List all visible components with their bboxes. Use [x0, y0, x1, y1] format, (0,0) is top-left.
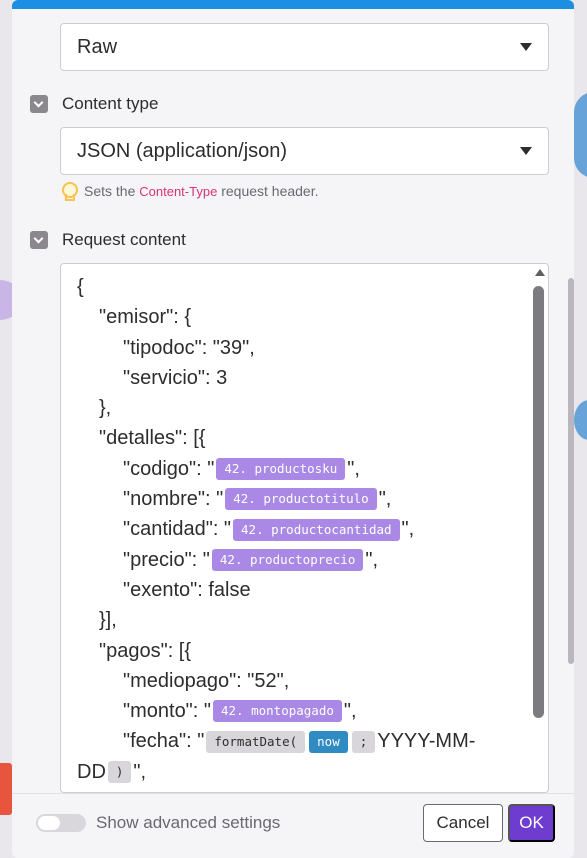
code-line: "nombre": " 42. productotitulo ", — [123, 488, 392, 511]
code-line: "detalles": [{ — [99, 427, 206, 450]
separator-pill[interactable]: ; — [351, 730, 376, 753]
scrollbar-thumb[interactable] — [533, 286, 544, 718]
code-line: "precio": " 42. productoprecio ", — [123, 548, 379, 571]
code-line: "fecha": " formatDate( now ; YYYY-MM- — [123, 730, 476, 753]
content-type-select[interactable]: JSON (application/json) — [60, 127, 549, 175]
code-line: "monto": " 42. montopagado ", — [123, 700, 357, 723]
background-shape — [574, 92, 587, 178]
chevron-down-icon — [520, 147, 532, 155]
hint-suffix: request header. — [221, 183, 319, 199]
collapse-toggle-icon[interactable] — [30, 231, 48, 249]
variable-pill[interactable]: 42. productocantidad — [233, 518, 400, 541]
toggle-knob — [38, 816, 60, 830]
code-line: }], — [99, 609, 117, 632]
collapse-toggle-icon[interactable] — [30, 95, 48, 113]
body-type-select[interactable]: Raw — [60, 23, 549, 71]
hint-header-token: Content-Type — [139, 184, 218, 199]
variable-pill[interactable]: 42. montopagado — [213, 700, 342, 723]
background-module-edge — [0, 763, 12, 815]
variable-pill[interactable]: 42. productotitulo — [225, 488, 377, 511]
body-type-value: Raw — [77, 35, 118, 58]
code-line: "emisor": { — [99, 306, 192, 329]
background-shape — [574, 400, 587, 440]
code-line: "exento": false — [123, 578, 251, 601]
lightbulb-icon — [62, 182, 78, 201]
panel-footer: Show advanced settings Cancel OK — [12, 793, 574, 858]
code-line: }, — [99, 397, 112, 420]
http-module-settings-panel: Raw Content type JSON (application/json)… — [12, 0, 574, 858]
content-type-label: Content type — [62, 94, 159, 113]
content-type-hint: Sets the Content-Type request header. — [62, 182, 319, 201]
content-type-value: JSON (application/json) — [77, 139, 288, 162]
advanced-settings-label[interactable]: Show advanced settings — [96, 813, 280, 833]
request-content-editor[interactable]: { "emisor": { "tipodoc": "39", "servicio… — [60, 263, 549, 793]
request-content-label: Request content — [62, 230, 186, 249]
code-line: "codigo": " 42. productosku ", — [123, 457, 360, 480]
code-line: DD ) ", — [77, 760, 147, 783]
chevron-down-icon — [520, 43, 532, 51]
function-pill[interactable]: formatDate( — [206, 730, 306, 753]
ok-button[interactable]: OK — [508, 804, 555, 842]
code-line: { — [77, 276, 84, 298]
editor-text[interactable]: { "emisor": { "tipodoc": "39", "servicio… — [77, 272, 527, 787]
cancel-button[interactable]: Cancel — [423, 804, 503, 842]
variable-pill[interactable]: 42. productoprecio — [211, 548, 364, 571]
code-line: "mediopago": "52", — [123, 669, 290, 692]
keyword-pill[interactable]: now — [309, 730, 348, 753]
scroll-up-icon[interactable] — [535, 269, 545, 276]
request-content-section[interactable]: Request content — [30, 230, 186, 250]
advanced-settings-toggle[interactable] — [36, 814, 86, 832]
panel-scrollbar[interactable] — [568, 278, 574, 664]
code-line: "tipodoc": "39", — [123, 336, 255, 359]
code-line: "cantidad": " 42. productocantidad ", — [123, 518, 415, 541]
panel-header-bar — [12, 0, 574, 9]
content-type-section[interactable]: Content type — [30, 94, 158, 114]
function-close-pill[interactable]: ) — [107, 760, 132, 783]
editor-scrollbar[interactable] — [530, 264, 548, 792]
variable-pill[interactable]: 42. productosku — [216, 457, 346, 480]
code-line: "servicio": 3 — [123, 366, 228, 389]
hint-prefix: Sets the — [84, 183, 136, 199]
code-line: "pagos": [{ — [99, 639, 192, 662]
